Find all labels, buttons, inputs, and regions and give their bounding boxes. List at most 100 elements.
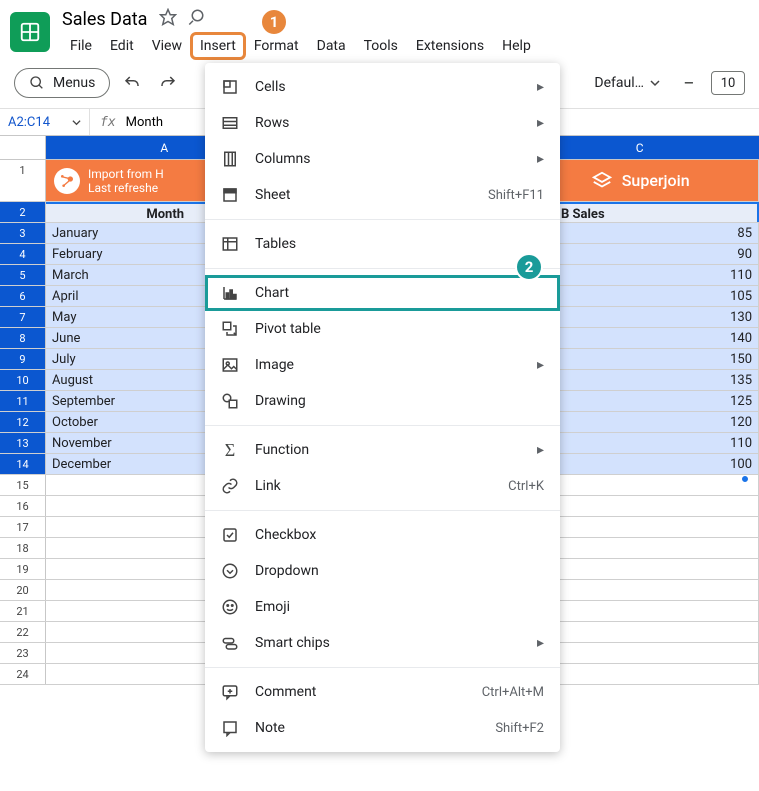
decrease-font-button[interactable]: − [675,69,703,97]
submenu-arrow-icon: ▸ [537,635,544,651]
row-header[interactable]: 4 [0,244,46,264]
menu-item-label: Sheet [255,187,472,203]
row-header[interactable]: 5 [0,265,46,285]
shortcut-hint: Ctrl+Alt+M [482,685,544,700]
menu-item-sheet[interactable]: SheetShift+F11 [205,177,560,213]
row-header[interactable]: 22 [0,622,46,642]
name-box[interactable]: A2:C14 [0,109,90,135]
menu-item-pivot[interactable]: Pivot table [205,311,560,347]
menu-item-label: Rows [255,115,521,131]
row-header[interactable]: 9 [0,349,46,369]
submenu-arrow-icon: ▸ [537,357,544,373]
row-header[interactable]: 21 [0,601,46,621]
menus-search[interactable]: Menus [14,68,110,98]
separator [205,510,560,511]
submenu-arrow-icon: ▸ [537,442,544,458]
chevron-down-icon [650,78,660,88]
menu-item-image[interactable]: Image▸ [205,347,560,383]
menu-item-tables[interactable]: Tables [205,226,560,262]
menu-item-func[interactable]: ΣFunction▸ [205,432,560,468]
menu-item-rows[interactable]: Rows ▸ [205,105,560,141]
menu-item-comment[interactable]: Comment Ctrl+Alt+M [205,674,560,710]
submenu-arrow-icon: ▸ [537,79,544,95]
separator [205,667,560,668]
chips-icon [221,634,239,652]
cells-icon [221,78,239,96]
move-icon[interactable] [187,8,205,30]
separator [205,268,560,269]
shortcut-hint: Ctrl+K [508,479,544,494]
annotation-1: 1 [260,8,288,36]
row-header[interactable]: 2 [0,202,46,222]
menu-extensions[interactable]: Extensions [408,34,492,58]
row-header[interactable]: 12 [0,412,46,432]
menu-item-label: Comment [255,684,466,700]
menu-item-chips[interactable]: Smart chips ▸ [205,625,560,661]
row-header[interactable]: 11 [0,391,46,411]
row-header[interactable]: 16 [0,496,46,516]
row-header[interactable]: 19 [0,559,46,579]
menu-help[interactable]: Help [494,34,539,58]
row-header[interactable]: 8 [0,328,46,348]
menu-item-label: Function [255,442,521,458]
menu-item-drawing[interactable]: Drawing [205,383,560,419]
menu-item-note[interactable]: NoteShift+F2 [205,710,560,746]
undo-button[interactable] [118,69,146,97]
font-dropdown[interactable]: Defaul… [587,70,667,96]
comment-icon [221,683,239,701]
menu-item-label: Checkbox [255,527,544,543]
row-header[interactable]: 14 [0,454,46,474]
row-header[interactable]: 10 [0,370,46,390]
menus-label: Menus [53,75,95,91]
menu-item-cells[interactable]: Cells▸ [205,69,560,105]
formula-input[interactable]: Month [126,115,163,130]
rows-icon [221,114,239,132]
menu-item-link[interactable]: LinkCtrl+K [205,468,560,504]
row-header[interactable]: 20 [0,580,46,600]
cols-icon [221,150,239,168]
hubspot-icon [54,168,80,194]
drawing-icon [221,392,239,410]
menu-format[interactable]: Format [246,34,307,58]
image-icon [221,356,239,374]
font-size-input[interactable]: 10 [711,71,745,95]
row-header[interactable]: 1 [0,160,46,201]
selection-handle[interactable] [741,475,749,483]
menu-item-emoji[interactable]: Emoji [205,589,560,625]
select-all-corner[interactable] [0,136,46,159]
menu-item-chart[interactable]: Chart [205,275,560,311]
menu-item-label: Emoji [255,599,544,615]
doc-title[interactable]: Sales Data [62,9,147,30]
row-header[interactable]: 15 [0,475,46,495]
menu-file[interactable]: File [62,34,100,58]
superjoin-icon [590,169,614,193]
menu-item-drop[interactable]: Dropdown [205,553,560,589]
shortcut-hint: Shift+F2 [495,721,544,736]
menu-item-label: Smart chips [255,635,521,651]
check-icon [221,526,239,544]
menu-view[interactable]: View [144,34,190,58]
submenu-arrow-icon: ▸ [537,115,544,131]
row-header[interactable]: 23 [0,643,46,663]
star-icon[interactable] [159,8,177,30]
menu-item-check[interactable]: Checkbox [205,517,560,553]
menu-edit[interactable]: Edit [102,34,142,58]
row-header[interactable]: 3 [0,223,46,243]
note-icon [221,719,239,737]
row-header[interactable]: 13 [0,433,46,453]
menu-item-cols[interactable]: Columns▸ [205,141,560,177]
row-header[interactable]: 17 [0,517,46,537]
row-header[interactable]: 7 [0,307,46,327]
menu-item-label: Pivot table [255,321,544,337]
sheets-logo [10,12,50,52]
row-header[interactable]: 6 [0,286,46,306]
row-header[interactable]: 18 [0,538,46,558]
menu-tools[interactable]: Tools [356,34,406,58]
menu-insert[interactable]: Insert [192,34,244,58]
redo-button[interactable] [154,69,182,97]
drop-icon [221,562,239,580]
row-header[interactable]: 24 [0,664,46,684]
submenu-arrow-icon: ▸ [537,151,544,167]
sheet-icon [221,186,239,204]
menu-data[interactable]: Data [309,34,354,58]
